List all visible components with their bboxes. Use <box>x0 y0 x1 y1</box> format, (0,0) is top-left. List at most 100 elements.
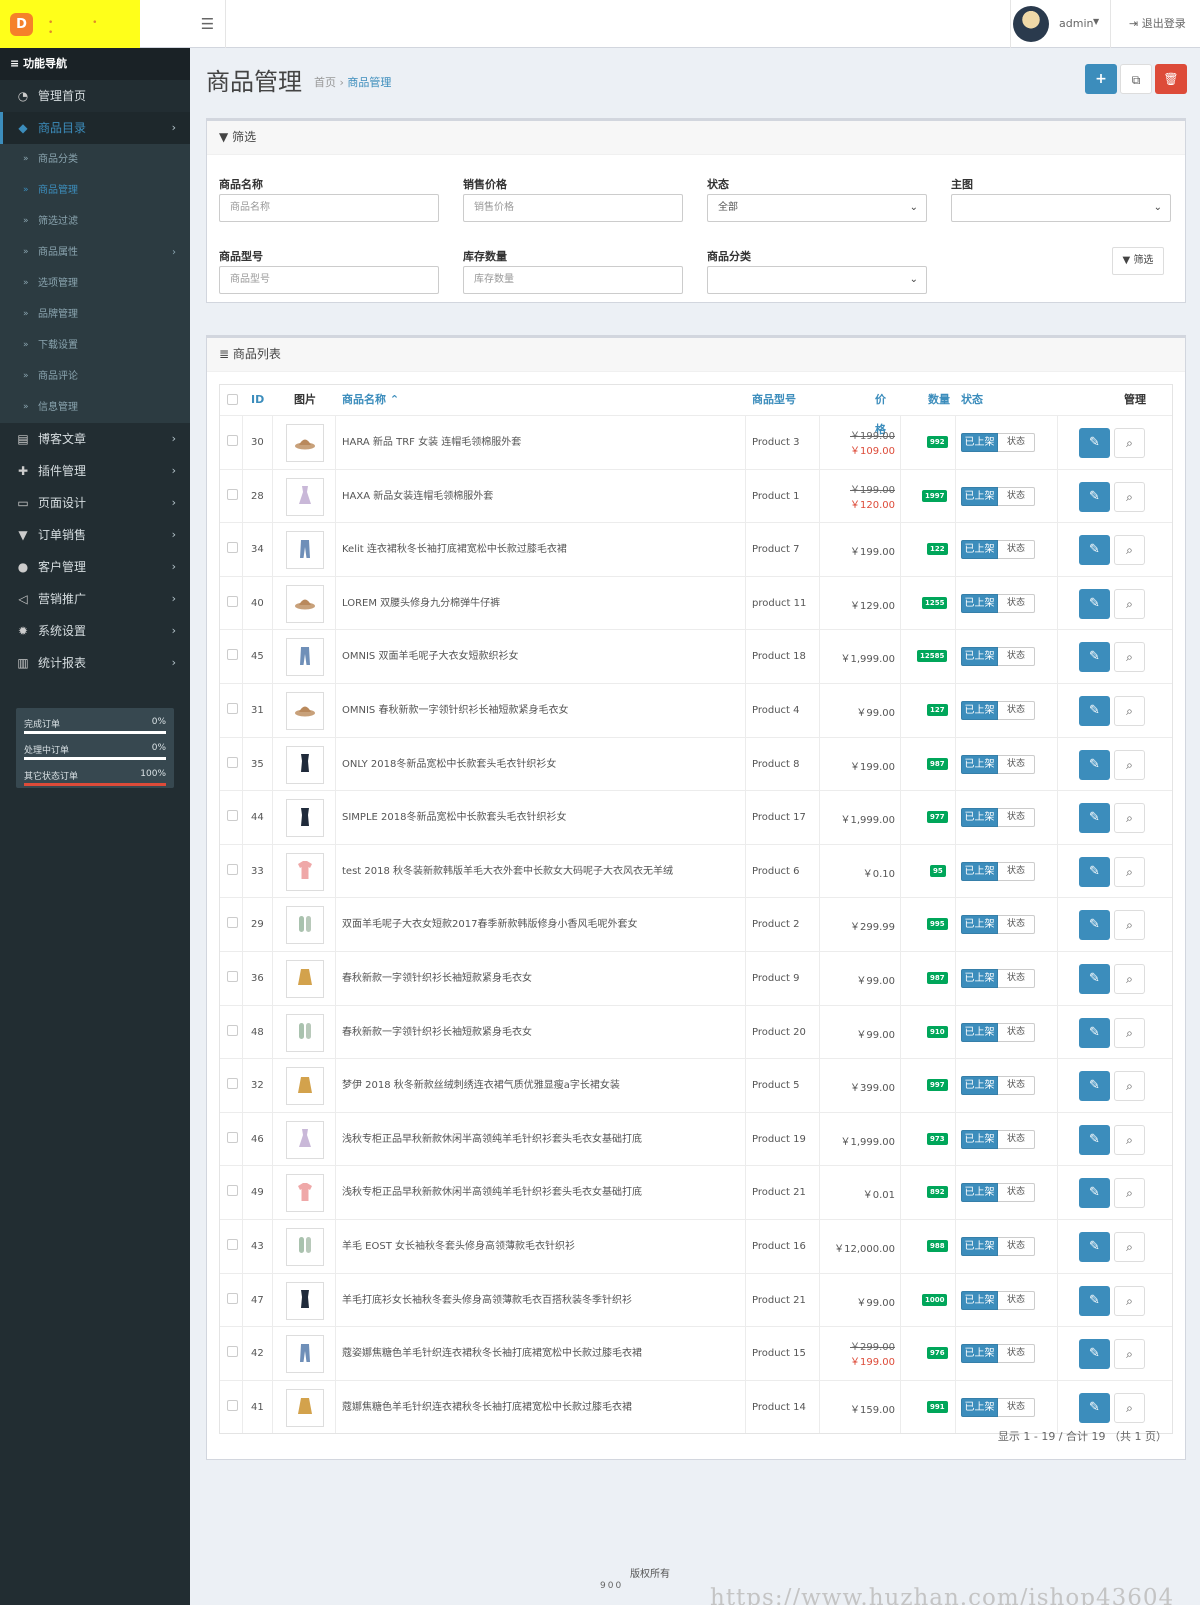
column-quantity[interactable]: 数量 <box>928 385 950 415</box>
sidebar-item[interactable]: ◁ 营销推广 › <box>0 583 190 615</box>
row-checkbox[interactable] <box>227 1024 238 1036</box>
status-filter-select[interactable]: 全部 ⌄ <box>707 194 927 222</box>
view-button[interactable]: ⌕ <box>1114 642 1145 673</box>
row-checkbox[interactable] <box>227 1238 238 1250</box>
sidebar-item[interactable]: ◆ 商品目录 › <box>0 112 190 144</box>
product-thumbnail[interactable] <box>286 1335 324 1374</box>
sidebar-item[interactable]: ◔ 管理首页 <box>0 80 190 112</box>
column-status[interactable]: 状态 <box>961 385 983 415</box>
add-button[interactable]: + <box>1085 64 1117 94</box>
status-enabled-button[interactable]: 已上架 <box>961 861 998 881</box>
status-enabled-button[interactable]: 已上架 <box>961 593 998 613</box>
status-toggle-button[interactable]: 状态 <box>998 1236 1035 1256</box>
row-checkbox[interactable] <box>227 1185 238 1197</box>
edit-button[interactable]: ✎ <box>1079 803 1110 834</box>
edit-button[interactable]: ✎ <box>1079 856 1110 887</box>
view-button[interactable]: ⌕ <box>1114 1071 1145 1102</box>
status-toggle-button[interactable]: 状态 <box>998 1183 1035 1203</box>
edit-button[interactable]: ✎ <box>1079 1231 1110 1262</box>
view-button[interactable]: ⌕ <box>1114 1017 1145 1048</box>
status-enabled-button[interactable]: 已上架 <box>961 1344 998 1364</box>
status-enabled-button[interactable]: 已上架 <box>961 1183 998 1203</box>
product-thumbnail[interactable] <box>286 1013 324 1052</box>
product-thumbnail[interactable] <box>286 745 324 784</box>
status-enabled-button[interactable]: 已上架 <box>961 754 998 774</box>
edit-button[interactable]: ✎ <box>1079 963 1110 994</box>
status-enabled-button[interactable]: 已上架 <box>961 1397 998 1417</box>
sidebar-subitem[interactable]: » 选项管理 <box>0 268 190 299</box>
view-button[interactable]: ⌕ <box>1114 1285 1145 1316</box>
row-checkbox[interactable] <box>227 1346 238 1358</box>
sidebar-item[interactable]: ● 客户管理 › <box>0 551 190 583</box>
product-thumbnail[interactable] <box>286 531 324 570</box>
sidebar-subitem[interactable]: » 品牌管理 <box>0 299 190 330</box>
sidebar-item[interactable]: ▥ 统计报表 › <box>0 647 190 679</box>
product-thumbnail[interactable] <box>286 1120 324 1159</box>
status-enabled-button[interactable]: 已上架 <box>961 968 998 988</box>
status-toggle-button[interactable]: 状态 <box>998 593 1035 613</box>
view-button[interactable]: ⌕ <box>1114 856 1145 887</box>
status-toggle-button[interactable]: 状态 <box>998 433 1035 452</box>
row-checkbox[interactable] <box>227 1292 238 1304</box>
status-enabled-button[interactable]: 已上架 <box>961 540 998 560</box>
view-button[interactable]: ⌕ <box>1114 1124 1145 1155</box>
model-filter-input[interactable]: 商品型号 <box>219 266 439 294</box>
price-filter-input[interactable]: 销售价格 <box>463 194 683 222</box>
user-menu[interactable]: admin ▼ <box>1010 0 1110 48</box>
status-toggle-button[interactable]: 状态 <box>998 861 1035 881</box>
status-toggle-button[interactable]: 状态 <box>998 486 1035 506</box>
product-thumbnail[interactable] <box>286 1388 324 1427</box>
product-thumbnail[interactable] <box>286 424 324 462</box>
status-toggle-button[interactable]: 状态 <box>998 647 1035 667</box>
status-toggle-button[interactable]: 状态 <box>998 808 1035 828</box>
row-checkbox[interactable] <box>227 702 238 714</box>
column-id[interactable]: ID <box>251 385 264 415</box>
status-toggle-button[interactable]: 状态 <box>998 1076 1035 1096</box>
row-checkbox[interactable] <box>227 435 238 446</box>
row-checkbox[interactable] <box>227 488 238 500</box>
row-checkbox[interactable] <box>227 595 238 607</box>
status-enabled-button[interactable]: 已上架 <box>961 1129 998 1149</box>
status-enabled-button[interactable]: 已上架 <box>961 1290 998 1310</box>
image-filter-select[interactable]: ⌄ <box>951 194 1171 222</box>
status-enabled-button[interactable]: 已上架 <box>961 1236 998 1256</box>
status-enabled-button[interactable]: 已上架 <box>961 647 998 667</box>
view-button[interactable]: ⌕ <box>1114 695 1145 726</box>
status-toggle-button[interactable]: 状态 <box>998 754 1035 774</box>
edit-button[interactable]: ✎ <box>1079 1285 1110 1316</box>
edit-button[interactable]: ✎ <box>1079 1017 1110 1048</box>
quantity-filter-input[interactable]: 库存数量 <box>463 266 683 294</box>
edit-button[interactable]: ✎ <box>1079 1071 1110 1102</box>
status-enabled-button[interactable]: 已上架 <box>961 433 998 452</box>
view-button[interactable]: ⌕ <box>1114 428 1145 458</box>
logo[interactable]: D • • • <box>0 0 140 48</box>
row-checkbox[interactable] <box>227 970 238 982</box>
logout-link[interactable]: ⇥ 退出登录 <box>1110 0 1200 48</box>
edit-button[interactable]: ✎ <box>1079 1178 1110 1209</box>
delete-button[interactable]: 🗑 <box>1155 64 1187 94</box>
view-button[interactable]: ⌕ <box>1114 1339 1145 1370</box>
view-button[interactable]: ⌕ <box>1114 1178 1145 1209</box>
sidebar-subitem[interactable]: » 下载设置 <box>0 330 190 361</box>
sidebar-subitem[interactable]: » 信息管理 <box>0 392 190 423</box>
row-checkbox[interactable] <box>227 649 238 661</box>
edit-button[interactable]: ✎ <box>1079 481 1110 512</box>
edit-button[interactable]: ✎ <box>1079 910 1110 941</box>
product-thumbnail[interactable] <box>286 477 324 516</box>
column-name[interactable]: 商品名称 ⌃ <box>342 385 399 415</box>
sidebar-item[interactable]: ▼ 订单销售 › <box>0 519 190 551</box>
column-price[interactable]: 价格 <box>875 385 895 436</box>
product-thumbnail[interactable] <box>286 691 324 730</box>
row-checkbox[interactable] <box>227 917 238 929</box>
status-toggle-button[interactable]: 状态 <box>998 1129 1035 1149</box>
view-button[interactable]: ⌕ <box>1114 1231 1145 1262</box>
row-checkbox[interactable] <box>227 756 238 768</box>
view-button[interactable]: ⌕ <box>1114 910 1145 941</box>
view-button[interactable]: ⌕ <box>1114 963 1145 994</box>
view-button[interactable]: ⌕ <box>1114 1392 1145 1423</box>
breadcrumb-current[interactable]: 商品管理 <box>347 76 391 89</box>
status-enabled-button[interactable]: 已上架 <box>961 915 998 935</box>
status-toggle-button[interactable]: 状态 <box>998 1022 1035 1042</box>
name-filter-input[interactable]: 商品名称 <box>219 194 439 222</box>
row-checkbox[interactable] <box>227 1399 238 1411</box>
